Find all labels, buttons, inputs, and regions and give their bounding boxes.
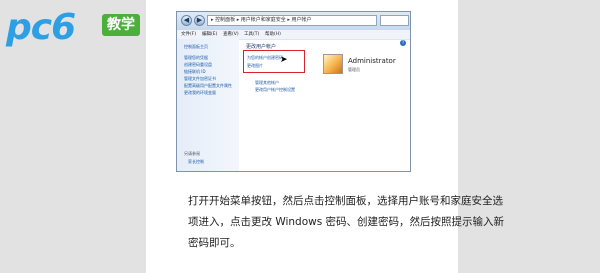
caption-line-2: 项进入，点击更改 Windows 密码、创建密码，然后按照提示输入新 — [188, 216, 505, 228]
sidebar-item-profile-props[interactable]: 配置高级用户配置文件属性 — [184, 83, 232, 89]
sidebar-item-certificates[interactable]: 管理文件加密证书 — [184, 76, 216, 82]
logo-badge: 教学 — [102, 14, 140, 36]
control-panel-screenshot: ◀ ▶ ▸ 控制面板 ▸ 用户帐户和家庭安全 ▸ 用户帐户 文件(F) 编辑(E… — [176, 11, 411, 172]
sidebar-item-online-id[interactable]: 链接联机 ID — [184, 69, 206, 75]
address-field[interactable]: ▸ 控制面板 ▸ 用户帐户和家庭安全 ▸ 用户帐户 — [207, 15, 377, 26]
caption-line-1: 打开开始菜单按钮，然后点击控制面板，选择用户账号和家庭安全选 — [188, 195, 503, 207]
menu-tools[interactable]: 工具(T) — [244, 30, 259, 39]
forward-icon[interactable]: ▶ — [194, 15, 205, 26]
back-icon[interactable]: ◀ — [181, 15, 192, 26]
page-right-margin — [458, 0, 600, 273]
user-role: 管理员 — [348, 67, 360, 72]
sidebar-item-reset-disk[interactable]: 创建密码重设盘 — [184, 62, 212, 68]
search-input[interactable] — [380, 15, 409, 26]
caption-line-3: 密码即可。 — [188, 237, 241, 249]
create-password-link[interactable]: 为您的帐户创建密码 — [247, 55, 283, 61]
sidebar-item-env-vars[interactable]: 更改我的环境变量 — [184, 90, 216, 96]
logo-text: pc6 — [6, 7, 76, 48]
user-card: Administrator 管理员 — [321, 54, 401, 76]
address-bar-row: ◀ ▶ ▸ 控制面板 ▸ 用户帐户和家庭安全 ▸ 用户帐户 — [177, 12, 410, 31]
change-picture-link[interactable]: 更改图片 — [247, 63, 263, 69]
avatar — [323, 54, 343, 74]
sidebar-item-home[interactable]: 控制面板主页 — [184, 44, 208, 50]
highlight-box — [243, 50, 305, 73]
site-logo: pc6 教学 — [6, 6, 146, 50]
see-also-heading: 另请参阅 — [184, 151, 200, 156]
menu-edit[interactable]: 编辑(E) — [202, 30, 217, 39]
user-name: Administrator — [348, 57, 396, 65]
menu-help[interactable]: 帮助(H) — [265, 30, 281, 39]
sidebar-item-parental-controls[interactable]: 家长控制 — [188, 159, 204, 165]
menu-file[interactable]: 文件(F) — [181, 30, 196, 39]
sidebar-item-credentials[interactable]: 管理您的凭据 — [184, 55, 208, 61]
sidebar: 控制面板主页 管理您的凭据 创建密码重设盘 链接联机 ID 管理文件加密证书 配… — [177, 39, 239, 171]
menu-view[interactable]: 查看(V) — [223, 30, 239, 39]
uac-settings-link[interactable]: 更改用户帐户控制设置 — [255, 87, 295, 93]
mouse-pointer-icon: ➤ — [280, 55, 288, 65]
page-title: 更改用户帐户 — [246, 44, 277, 50]
manage-accounts-link[interactable]: 管理其他帐户 — [255, 80, 279, 86]
help-icon[interactable]: ? — [400, 40, 406, 46]
